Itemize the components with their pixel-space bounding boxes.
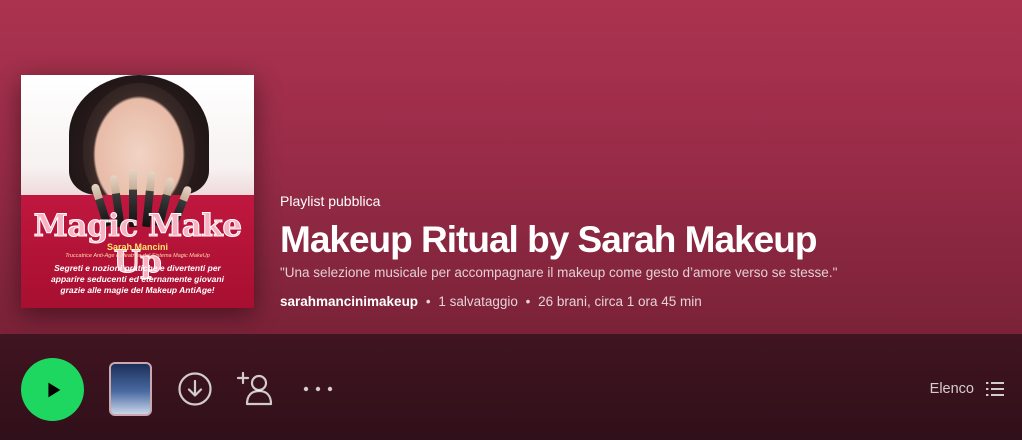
- view-mode-button[interactable]: Elenco: [920, 377, 1004, 401]
- playlist-title[interactable]: Makeup Ritual by Sarah Makeup: [280, 219, 1000, 263]
- playlist-saves: 1 salvataggio: [438, 294, 518, 309]
- cover-blurb: Segreti e nozioni pratiche e divertenti …: [27, 263, 248, 296]
- add-user-icon: [236, 371, 273, 406]
- list-icon: [986, 382, 1004, 396]
- action-bar: Elenco: [0, 334, 1022, 440]
- playlist-type-label: Playlist pubblica: [280, 193, 381, 209]
- separator: •: [425, 294, 431, 309]
- view-mode-label: Elenco: [929, 381, 974, 397]
- cover-blurb-line: apparire seducenti ed eternamente giovan…: [51, 274, 224, 284]
- playlist-description: "Una selezione musicale per accompagnare…: [280, 265, 838, 280]
- play-icon: [47, 382, 60, 397]
- playlist-meta: Playlist pubblica Makeup Ritual by Sarah…: [280, 193, 1000, 309]
- playlist-header: Magic Make Up Sarah Mancini Truccatrice …: [0, 0, 1022, 334]
- cover-blurb-line: grazie alle magie del Makeup AntiAge!: [60, 285, 215, 295]
- more-options-button[interactable]: [298, 374, 338, 404]
- cover-blurb-line: Segreti e nozioni pratiche e divertenti …: [54, 263, 221, 273]
- cover-subtitle: Truccatrice Anti-Age e ideatrice del Sis…: [65, 253, 210, 259]
- playlist-info: sarahmancinimakeup • 1 salvataggio • 26 …: [280, 294, 1000, 309]
- play-button[interactable]: [21, 358, 84, 421]
- follow-button[interactable]: [236, 370, 276, 408]
- playlist-thumbnail[interactable]: [109, 362, 152, 416]
- separator: •: [525, 294, 531, 309]
- download-button[interactable]: [176, 370, 214, 408]
- download-icon: [178, 372, 212, 406]
- playlist-owner-link[interactable]: sarahmancinimakeup: [280, 294, 418, 309]
- playlist-cover-image[interactable]: Magic Make Up Sarah Mancini Truccatrice …: [21, 75, 254, 308]
- playlist-tracks-duration: 26 brani, circa 1 ora 45 min: [538, 294, 702, 309]
- cover-author: Sarah Mancini: [106, 242, 169, 252]
- more-icon: [303, 386, 333, 392]
